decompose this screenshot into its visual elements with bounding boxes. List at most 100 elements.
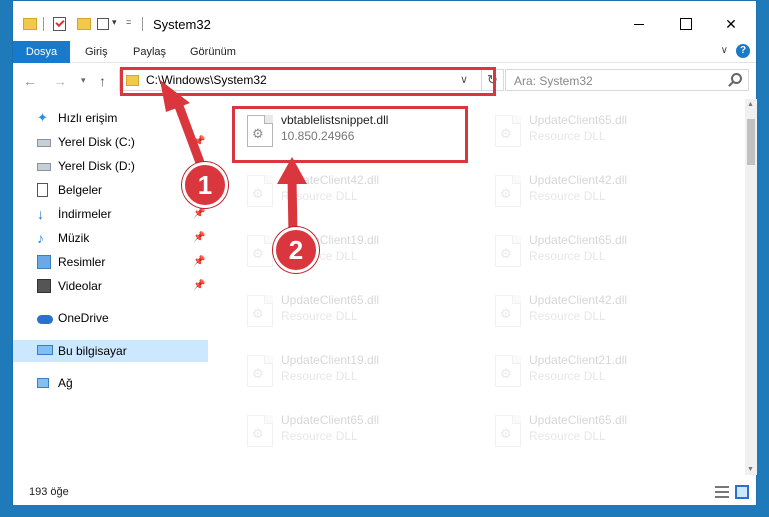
file-name: UpdateClient21.dll [529,353,628,367]
file-description: Resource DLL [281,369,358,383]
dll-file-icon [495,235,521,267]
file-item[interactable]: UpdateClient65.dll Resource DLL [231,287,471,343]
file-name: UpdateClient19.dll [281,353,380,367]
window-title: System32 [153,17,211,32]
sidebar-item-network[interactable]: Ağ [13,372,208,394]
sidebar-item-quick-access[interactable]: ✦ Hızlı erişim [13,107,208,129]
title-separator [142,17,143,31]
music-icon: ♪ [37,230,44,246]
dll-file-icon [247,115,273,147]
pin-icon: 📌 [193,280,206,291]
item-count: 193 öğe [29,486,69,498]
refresh-icon[interactable]: ↻ [481,70,503,90]
expand-ribbon-icon[interactable]: ∨ [721,45,728,56]
search-input[interactable]: Ara: System32 [505,69,749,91]
file-item[interactable]: UpdateClient19.dll Resource DLL [231,227,471,283]
sidebar-item-music[interactable]: ♪ Müzik 📌 [13,227,208,249]
file-item[interactable]: UpdateClient42.dll Resource DLL [479,287,719,343]
file-description: Resource DLL [281,429,358,443]
back-arrow-icon[interactable]: ← [23,73,37,89]
file-name: UpdateClient42.dll [281,173,380,187]
file-name: UpdateClient65.dll [529,233,628,247]
pictures-icon [37,255,51,269]
rename-icon[interactable] [97,18,109,30]
sidebar-item-label: Bu bilgisayar [58,344,127,358]
file-description: Resource DLL [281,189,358,203]
dll-file-icon [495,295,521,327]
scroll-down-icon[interactable]: ▼ [747,466,754,473]
file-name: UpdateClient42.dll [529,173,628,187]
sidebar-item-local-disk-d[interactable]: Yerel Disk (D:) [13,155,208,177]
tab-home[interactable]: Giriş [73,41,120,63]
chevron-down-icon[interactable]: ∨ [460,73,468,86]
file-description: Resource DLL [529,249,606,263]
folder-icon [23,18,37,30]
file-item[interactable]: UpdateClient65.dll Resource DLL [479,107,719,163]
dll-file-icon [495,415,521,447]
scrollbar-thumb[interactable] [747,119,755,165]
sidebar-item-documents[interactable]: Belgeler 📌 [13,179,208,201]
step-1-badge: 1 [182,162,228,208]
recent-locations-icon[interactable]: ▾ [81,75,86,86]
customize-quick-access-icon[interactable]: = [126,17,131,27]
address-path[interactable]: C:\Windows\System32 [146,73,267,87]
file-item[interactable]: UpdateClient19.dll Resource DLL [231,347,471,403]
ribbon-tabs: Dosya Giriş Paylaş Görünüm ∨ ? [13,41,756,63]
file-name: UpdateClient65.dll [281,413,380,427]
step-2-badge: 2 [273,227,319,273]
forward-arrow-icon[interactable]: → [53,73,67,89]
minimize-button[interactable] [617,9,661,39]
file-name: UpdateClient65.dll [529,113,628,127]
help-icon[interactable]: ? [736,44,750,58]
network-icon [37,378,49,388]
this-pc-icon [37,345,53,355]
sidebar-item-videos[interactable]: Videolar 📌 [13,275,208,297]
vertical-scrollbar[interactable]: ▲ ▼ [745,99,757,475]
dll-file-icon [247,295,273,327]
pin-icon: 📌 [193,136,206,147]
maximize-button[interactable] [663,9,707,39]
details-view-icon[interactable] [715,486,729,498]
dll-file-icon [247,415,273,447]
file-item[interactable]: UpdateClient42.dll Resource DLL [231,167,471,223]
search-icon[interactable] [731,73,742,84]
properties-checkbox-icon[interactable] [53,17,66,31]
up-arrow-icon[interactable]: ↑ [99,73,106,89]
file-name: UpdateClient65.dll [281,293,380,307]
sidebar-item-pictures[interactable]: Resimler 📌 [13,251,208,273]
large-icons-view-icon[interactable] [735,485,749,499]
sidebar-item-this-pc[interactable]: Bu bilgisayar [13,340,208,362]
navigation-pane: ✦ Hızlı erişim Yerel Disk (C:) 📌 Yerel D… [13,99,208,475]
sidebar-item-label: Belgeler [58,183,103,197]
file-item-vbtablelistsnippet[interactable]: vbtablelistsnippet.dll 10.850.24966 [231,107,471,163]
file-description: Resource DLL [529,189,606,203]
tab-share[interactable]: Paylaş [121,41,178,63]
file-item[interactable]: UpdateClient42.dll Resource DLL [479,167,719,223]
file-description: Resource DLL [529,309,606,323]
address-bar[interactable]: C:\Windows\System32 ∨ ↻ [119,69,504,91]
sidebar-item-label: Müzik [58,231,90,245]
file-item[interactable]: UpdateClient65.dll Resource DLL [479,407,719,463]
chevron-down-icon[interactable]: ▾ [112,17,117,28]
new-folder-icon[interactable] [77,18,91,30]
sidebar-item-onedrive[interactable]: OneDrive [13,307,208,329]
close-button[interactable] [709,9,753,39]
file-description: Resource DLL [529,429,606,443]
file-item[interactable]: UpdateClient65.dll Resource DLL [479,227,719,283]
sidebar-item-downloads[interactable]: ↓ İndirmeler 📌 [13,203,208,225]
sidebar-item-label: Yerel Disk (C:) [58,135,135,149]
disk-icon [37,139,51,147]
tab-view[interactable]: Görünüm [178,41,248,63]
file-item[interactable]: UpdateClient21.dll Resource DLL [479,347,719,403]
scroll-up-icon[interactable]: ▲ [747,101,754,108]
onedrive-icon [37,315,53,324]
folder-icon [126,75,139,86]
dll-file-icon [247,235,273,267]
pin-icon: 📌 [193,232,206,243]
tab-file[interactable]: Dosya [13,41,70,63]
file-item[interactable]: UpdateClient65.dll Resource DLL [231,407,471,463]
sidebar-item-local-disk-c[interactable]: Yerel Disk (C:) 📌 [13,131,208,153]
sidebar-item-label: İndirmeler [58,207,112,221]
dll-file-icon [495,175,521,207]
sidebar-item-label: Resimler [58,255,106,269]
